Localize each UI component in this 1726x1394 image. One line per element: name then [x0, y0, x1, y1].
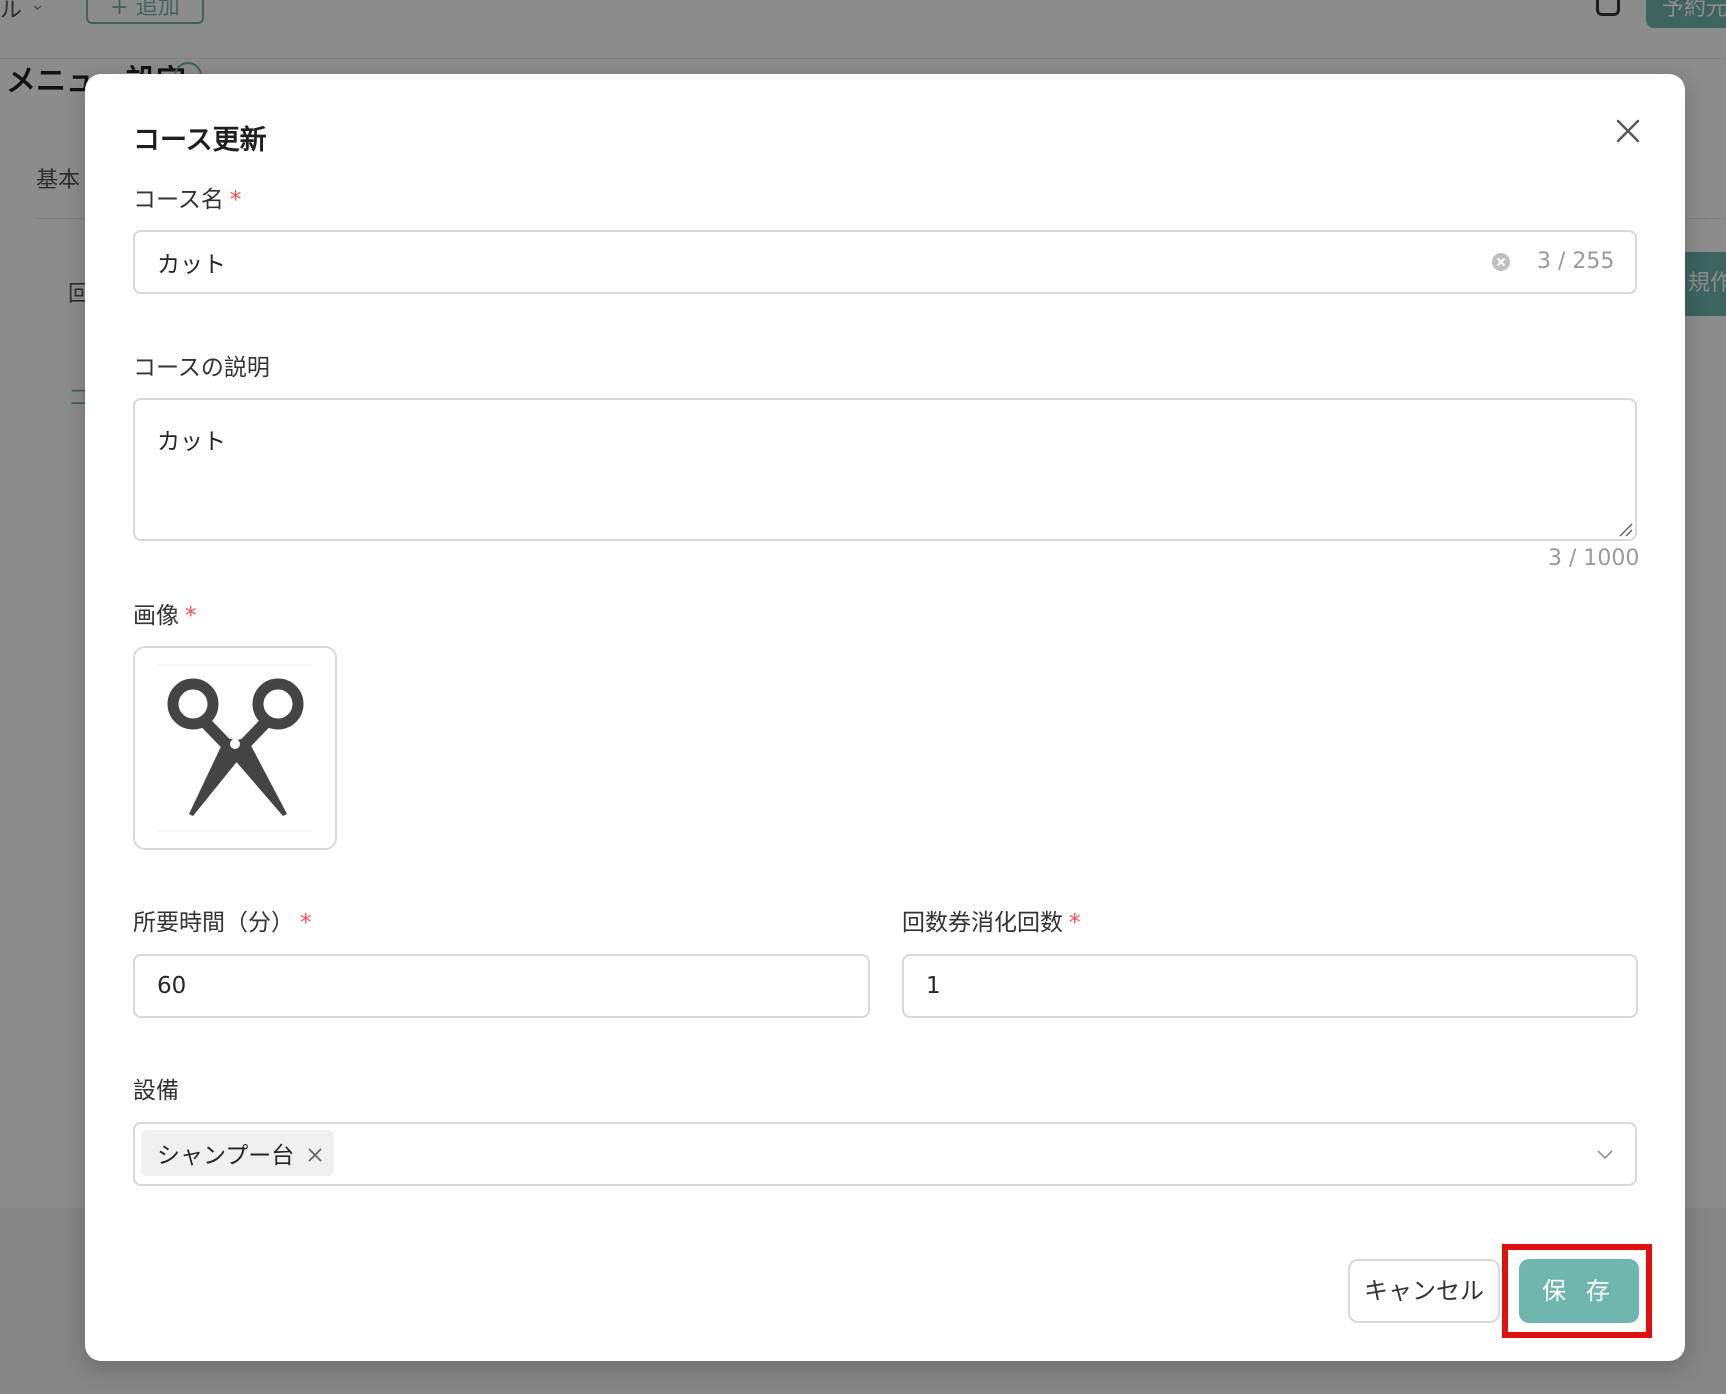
required-mark: * — [229, 187, 242, 213]
duration-value: 60 — [157, 973, 187, 999]
course-description-label: コースの説明 — [133, 355, 270, 381]
close-icon[interactable] — [1611, 114, 1645, 148]
image-label-text: 画像 — [133, 603, 179, 629]
course-description-value: カット — [157, 429, 226, 455]
resize-handle-icon[interactable] — [1617, 521, 1633, 537]
course-name-value: カット — [157, 252, 226, 278]
duration-label-text: 所要時間（分） — [133, 910, 294, 936]
required-mark: * — [1069, 910, 1081, 936]
modal-title: コース更新 — [133, 125, 267, 156]
equipment-tag-label: シャンプー台 — [157, 1143, 295, 1169]
equipment-tag: シャンプー台 — [141, 1130, 335, 1176]
required-mark: * — [185, 603, 197, 629]
duration-input[interactable]: 60 — [133, 954, 870, 1018]
course-name-label: コース名 * — [133, 180, 241, 214]
ticket-count-label: 回数券消化回数 * — [902, 903, 1081, 937]
tag-remove-icon[interactable] — [306, 1144, 324, 1162]
duration-label: 所要時間（分） * — [133, 903, 312, 937]
equipment-label: 設備 — [133, 1078, 179, 1104]
course-description-textarea[interactable]: カット — [133, 398, 1637, 541]
save-button-highlight — [1502, 1244, 1652, 1338]
chevron-down-icon[interactable] — [1595, 1144, 1615, 1164]
image-label: 画像 * — [133, 596, 197, 630]
cancel-button[interactable]: キャンセル — [1348, 1259, 1500, 1323]
equipment-select[interactable]: シャンプー台 — [133, 1122, 1637, 1186]
course-name-input[interactable]: カット 3 / 255 — [133, 230, 1637, 294]
required-mark: * — [300, 910, 312, 936]
course-description-counter: 3 / 1000 — [1548, 546, 1640, 571]
course-name-label-text: コース名 — [133, 187, 224, 213]
course-update-modal: コース更新 コース名 * カット 3 / 255 コースの説明 カット 3 / … — [85, 74, 1685, 1361]
ticket-count-value: 1 — [926, 973, 941, 999]
clear-icon[interactable] — [1491, 252, 1511, 272]
ticket-count-input[interactable]: 1 — [902, 954, 1638, 1018]
course-name-counter: 3 / 255 — [1537, 249, 1615, 274]
ticket-count-label-text: 回数券消化回数 — [902, 910, 1063, 936]
image-thumbnail[interactable] — [133, 646, 337, 850]
scissors-icon — [157, 664, 313, 832]
